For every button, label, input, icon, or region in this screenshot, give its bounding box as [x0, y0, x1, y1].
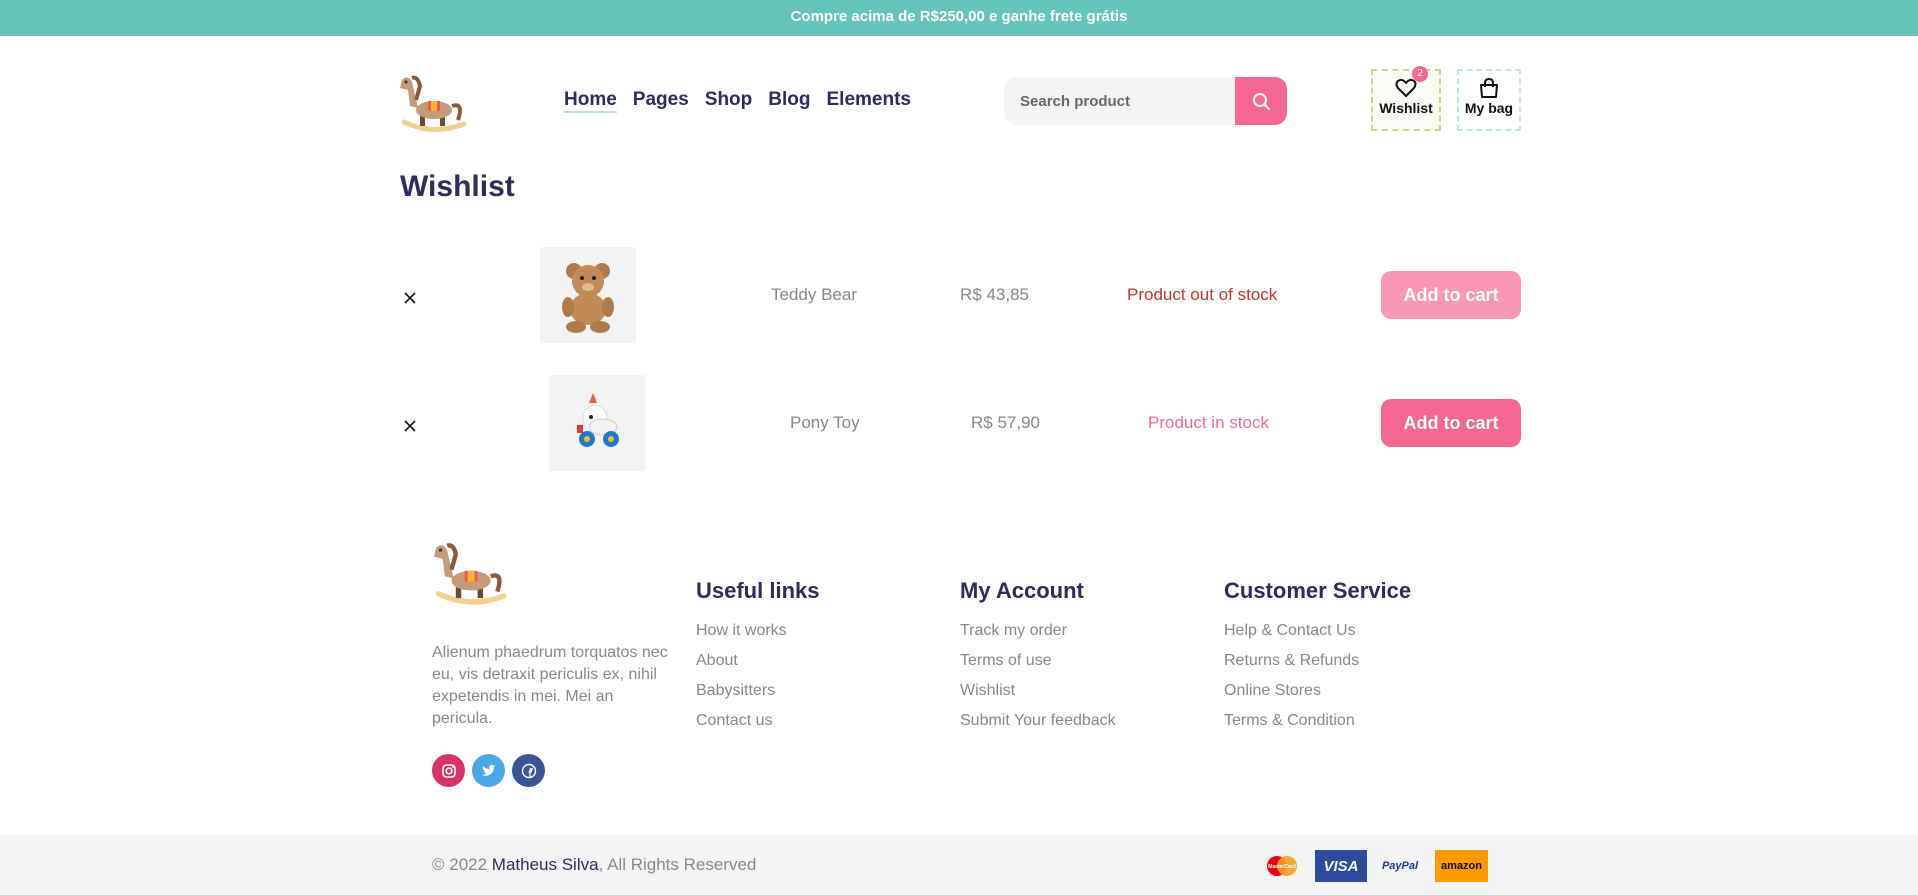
- product-name[interactable]: Teddy Bear: [771, 285, 857, 305]
- product-price: R$ 57,90: [971, 413, 1040, 432]
- footer-link[interactable]: Help & Contact Us: [1224, 620, 1411, 642]
- footer-logo[interactable]: [430, 537, 510, 609]
- footer-description: Alienum phaedrum torquatos nec eu, vis d…: [432, 644, 668, 727]
- facebook-icon: [521, 763, 536, 778]
- wishlist-button[interactable]: 2 Wishlist: [1371, 66, 1441, 131]
- footer-link[interactable]: Returns & Refunds: [1224, 650, 1411, 672]
- wishlist-row: Teddy Bear R$ 43,85 Product out of stock…: [400, 247, 1521, 347]
- rocking-horse-logo[interactable]: [398, 70, 468, 136]
- twitter-button[interactable]: [472, 754, 505, 787]
- footer-link[interactable]: Terms of use: [960, 650, 1116, 672]
- footer-link[interactable]: Online Stores: [1224, 680, 1411, 702]
- bag-button[interactable]: My bag: [1457, 69, 1521, 131]
- shopping-bag-icon: [1480, 78, 1498, 98]
- author-link[interactable]: Matheus Silva: [492, 855, 599, 874]
- paypal-text: PayPal: [1381, 860, 1419, 872]
- mastercard-icon: MasterCard: [1267, 856, 1297, 876]
- remove-item-icon[interactable]: [400, 416, 420, 436]
- wishlist-row: Pony Toy R$ 57,90 Product in stock Add t…: [400, 375, 1521, 475]
- footer-link[interactable]: Babysitters: [696, 680, 819, 702]
- nav-home[interactable]: Home: [564, 89, 617, 113]
- stock-status: Product in stock: [1148, 413, 1269, 432]
- footer-column-title: My Account: [960, 578, 1084, 603]
- remove-item-icon[interactable]: [400, 288, 420, 308]
- pony-toy-image: [577, 393, 619, 447]
- footer-link[interactable]: Terms & Condition: [1224, 710, 1411, 732]
- search-icon: [1253, 93, 1271, 110]
- visa-logo: VISA: [1315, 850, 1367, 882]
- product-price: R$ 43,85: [960, 285, 1029, 304]
- wishlist-label: Wishlist: [1379, 100, 1433, 116]
- footer-column-title: Customer Service: [1224, 578, 1412, 603]
- bottom-bar: © 2022 Matheus Silva, All Rights Reserve…: [0, 835, 1918, 895]
- announcement-text: Compre acima de R$250,00 e ganhe frete g…: [790, 8, 1128, 25]
- main-nav: Home Pages Shop Blog Elements: [564, 89, 911, 113]
- announcement-bar: Compre acima de R$250,00 e ganhe frete g…: [0, 0, 1918, 36]
- add-to-cart-button[interactable]: Add to cart: [1381, 399, 1521, 447]
- stock-status: Product out of stock: [1127, 285, 1278, 304]
- nav-elements[interactable]: Elements: [827, 89, 911, 113]
- twitter-icon: [481, 764, 496, 776]
- mastercard-logo: MasterCard: [1262, 850, 1302, 882]
- footer-link[interactable]: How it works: [696, 620, 819, 642]
- search-button[interactable]: [1235, 77, 1287, 125]
- add-to-cart-button[interactable]: Add to cart: [1381, 271, 1521, 319]
- mastercard-text: MasterCard: [1268, 864, 1296, 870]
- bag-label: My bag: [1464, 100, 1514, 116]
- footer-column-my-account: My Account Track my order Terms of use W…: [960, 578, 1116, 740]
- teddy-bear-image: [562, 263, 614, 333]
- product-image-pony-toy[interactable]: [549, 375, 645, 471]
- footer-column-customer-service: Customer Service Help & Contact Us Retur…: [1224, 578, 1411, 740]
- footer-column-title: Useful links: [696, 578, 820, 603]
- heart-icon: [1395, 78, 1417, 97]
- search-input[interactable]: [1004, 77, 1236, 125]
- search-bar: [1004, 77, 1287, 125]
- wishlist-count-badge: 2: [1412, 66, 1428, 82]
- product-image-teddy-bear[interactable]: [540, 247, 636, 343]
- footer-column-useful-links: Useful links How it works About Babysitt…: [696, 578, 819, 740]
- amazon-logo: amazon: [1435, 850, 1488, 882]
- facebook-button[interactable]: [512, 754, 545, 787]
- footer-link[interactable]: About: [696, 650, 819, 672]
- nav-blog[interactable]: Blog: [768, 89, 810, 113]
- nav-shop[interactable]: Shop: [705, 89, 753, 113]
- product-name[interactable]: Pony Toy: [790, 413, 860, 433]
- copyright-suffix: , All Rights Reserved: [598, 855, 757, 874]
- copyright-prefix: © 2022: [432, 855, 492, 874]
- page-title: Wishlist: [400, 170, 515, 203]
- footer-link[interactable]: Contact us: [696, 710, 819, 732]
- site-footer: Alienum phaedrum torquatos nec eu, vis d…: [0, 520, 1918, 835]
- amazon-text: amazon: [1441, 860, 1482, 872]
- footer-link[interactable]: Wishlist: [960, 680, 1116, 702]
- footer-link[interactable]: Track my order: [960, 620, 1116, 642]
- instagram-icon: [441, 763, 456, 778]
- site-header: Home Pages Shop Blog Elements 2 Wishlist…: [0, 36, 1918, 166]
- footer-link[interactable]: Submit Your feedback: [960, 710, 1116, 732]
- nav-pages[interactable]: Pages: [633, 89, 689, 113]
- paypal-logo: PayPal: [1377, 850, 1423, 882]
- copyright-text: © 2022 Matheus Silva, All Rights Reserve…: [432, 855, 756, 875]
- instagram-button[interactable]: [432, 754, 465, 787]
- visa-text: VISA: [1323, 857, 1359, 875]
